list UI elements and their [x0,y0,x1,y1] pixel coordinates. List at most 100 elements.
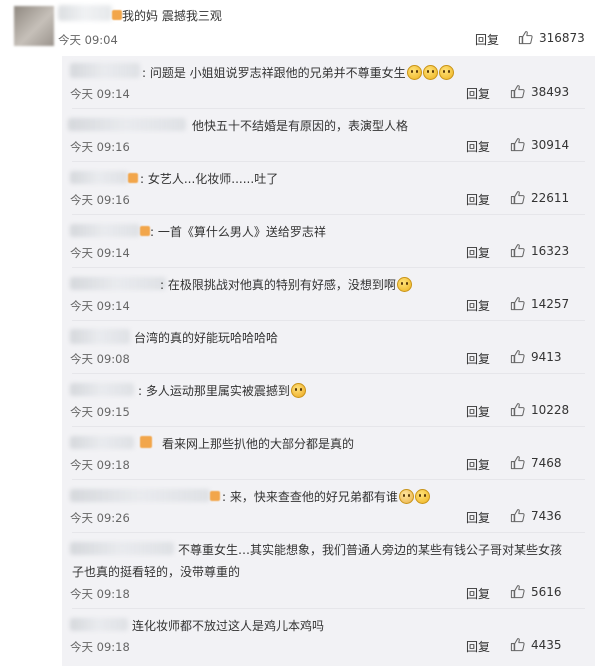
thumbs-up-icon [510,403,525,417]
like-button[interactable]: 30914 [510,137,569,152]
list-item: 看来网上那些扒他的大部分都是真的 今天 09:18 回复 7468 [62,427,595,480]
list-item: 台湾的真的好能玩哈哈哈哈 今天 09:08 回复 9413 [62,321,595,374]
list-item: : 多人运动那里属实被震撼到 今天 09:15 回复 10228 [62,374,595,427]
thumbs-up-icon [518,31,533,45]
like-button[interactable]: 9413 [510,349,562,364]
like-count: 30914 [531,137,570,152]
username-blurred[interactable] [70,542,174,555]
comment-text-continued: 子也真的挺看轻的，没带尊重的 [72,565,241,579]
comment-time: 今天 09:18 [70,458,130,472]
thumbs-up-icon [510,509,525,523]
username-blurred[interactable] [70,224,140,237]
reply-button[interactable]: 回复 [466,509,490,526]
like-count: 16323 [531,243,570,258]
main-comment: 我的妈 震撼我三观 今天 09:04 回复 316873 [0,0,595,56]
dog-emoji-icon [398,489,414,504]
like-count: 4435 [531,637,562,652]
reply-button[interactable]: 回复 [466,350,490,367]
reply-button[interactable]: 回复 [466,456,490,473]
username-blurred[interactable] [70,383,134,396]
sweat-emoji-icon [396,277,412,292]
like-button[interactable]: 10228 [510,402,569,417]
list-item: : 问题是 小姐姐说罗志祥跟他的兄弟并不尊重女生 今天 09:14 回复 384… [62,56,595,109]
comment-time: 今天 09:16 [70,193,130,207]
thumbs-up-icon [510,244,525,258]
thumbs-up-icon [510,297,525,311]
sub-comment-list: : 问题是 小姐姐说罗志祥跟他的兄弟并不尊重女生 今天 09:14 回复 384… [62,56,595,666]
comment-text: : 女艺人...化妆师......吐了 [140,172,279,186]
like-button[interactable]: 7468 [510,455,562,470]
comment-time: 今天 09:18 [70,587,130,601]
vip-badge-icon [128,173,138,183]
like-button[interactable]: 16323 [510,243,569,258]
thumbs-up-icon [510,456,525,470]
comment-text: 不尊重女生…其实能想象，我们普通人旁边的某些有钱公子哥对某些女孩 [178,543,563,557]
comment-text: : 在极限挑战对他真的特别有好感，没想到啊 [160,276,412,293]
thumbs-up-icon [510,191,525,205]
reply-button[interactable]: 回复 [475,31,499,48]
reply-button[interactable]: 回复 [466,191,490,208]
vip-badge-icon [210,491,220,501]
like-count: 7436 [531,508,562,523]
like-button[interactable]: 7436 [510,508,562,523]
list-item: : 女艺人...化妆师......吐了 今天 09:16 回复 22611 [62,162,595,215]
comment-text: : 问题是 小姐姐说罗志祥跟他的兄弟并不尊重女生 [142,64,454,81]
comment-time: 今天 09:14 [70,299,130,313]
like-count: 5616 [531,584,562,599]
list-item: : 一首《算什么男人》送给罗志祥 今天 09:14 回复 16323 [62,215,595,268]
reply-button[interactable]: 回复 [466,138,490,155]
vip-badge-icon [140,436,152,448]
username-blurred[interactable] [70,63,140,78]
thumbs-up-icon [510,85,525,99]
like-button[interactable]: 38493 [510,84,569,99]
smile-emoji-icon [438,65,454,80]
reply-button[interactable]: 回复 [466,85,490,102]
comment-time: 今天 09:16 [70,140,130,154]
like-count: 7468 [531,455,562,470]
like-count: 9413 [531,349,562,364]
username-blurred[interactable] [70,329,130,344]
comment-text: 他快五十不结婚是有原因的，表演型人格 [192,119,409,133]
reply-button[interactable]: 回复 [466,297,490,314]
avatar[interactable] [14,6,54,46]
wow-emoji-icon [290,383,306,398]
smile-emoji-icon [406,65,422,80]
username-blurred[interactable] [70,277,166,290]
list-item: : 来，快来查查他的好兄弟都有谁 今天 09:26 回复 7436 [62,480,595,533]
comment-text: 我的妈 震撼我三观 [122,9,222,23]
comment-time: 今天 09:14 [70,246,130,260]
list-item: 他快五十不结婚是有原因的，表演型人格 今天 09:16 回复 30914 [62,109,595,162]
username-blurred[interactable] [70,618,128,631]
comment-time: 今天 09:18 [70,640,130,654]
like-button[interactable]: 22611 [510,190,569,205]
vip-badge-icon [112,10,122,20]
username-blurred[interactable] [70,171,128,184]
comment-text: 台湾的真的好能玩哈哈哈哈 [134,331,279,345]
reply-button[interactable]: 回复 [466,244,490,261]
comment-text: 看来网上那些扒他的大部分都是真的 [162,437,355,451]
like-count: 22611 [531,190,570,205]
like-button[interactable]: 5616 [510,584,562,599]
thumbs-up-icon [510,585,525,599]
username-blurred[interactable] [58,5,112,21]
like-count: 10228 [531,402,570,417]
list-item: 不尊重女生…其实能想象，我们普通人旁边的某些有钱公子哥对某些女孩 子也真的挺看轻… [62,533,595,609]
comment-text: : 多人运动那里属实被震撼到 [138,382,306,399]
reply-button[interactable]: 回复 [466,585,490,602]
like-count: 38493 [531,84,570,99]
username-blurred[interactable] [70,436,134,449]
like-button[interactable]: 4435 [510,637,562,652]
vip-badge-icon [140,226,150,236]
comment-time: 今天 09:15 [70,405,130,419]
thumbs-up-icon [510,138,525,152]
reply-button[interactable]: 回复 [466,638,490,655]
username-blurred[interactable] [70,489,210,502]
reply-button[interactable]: 回复 [466,403,490,420]
like-button[interactable]: 14257 [510,296,569,311]
like-button[interactable]: 316873 [518,30,585,45]
list-item: 连化妆师都不放过这人是鸡儿本鸡吗 今天 09:18 回复 4435 [62,609,595,666]
username-blurred[interactable] [68,118,186,131]
comment-text: : 一首《算什么男人》送给罗志祥 [150,225,326,239]
smile-emoji-icon [414,489,430,504]
comment-time: 今天 09:26 [70,511,130,525]
